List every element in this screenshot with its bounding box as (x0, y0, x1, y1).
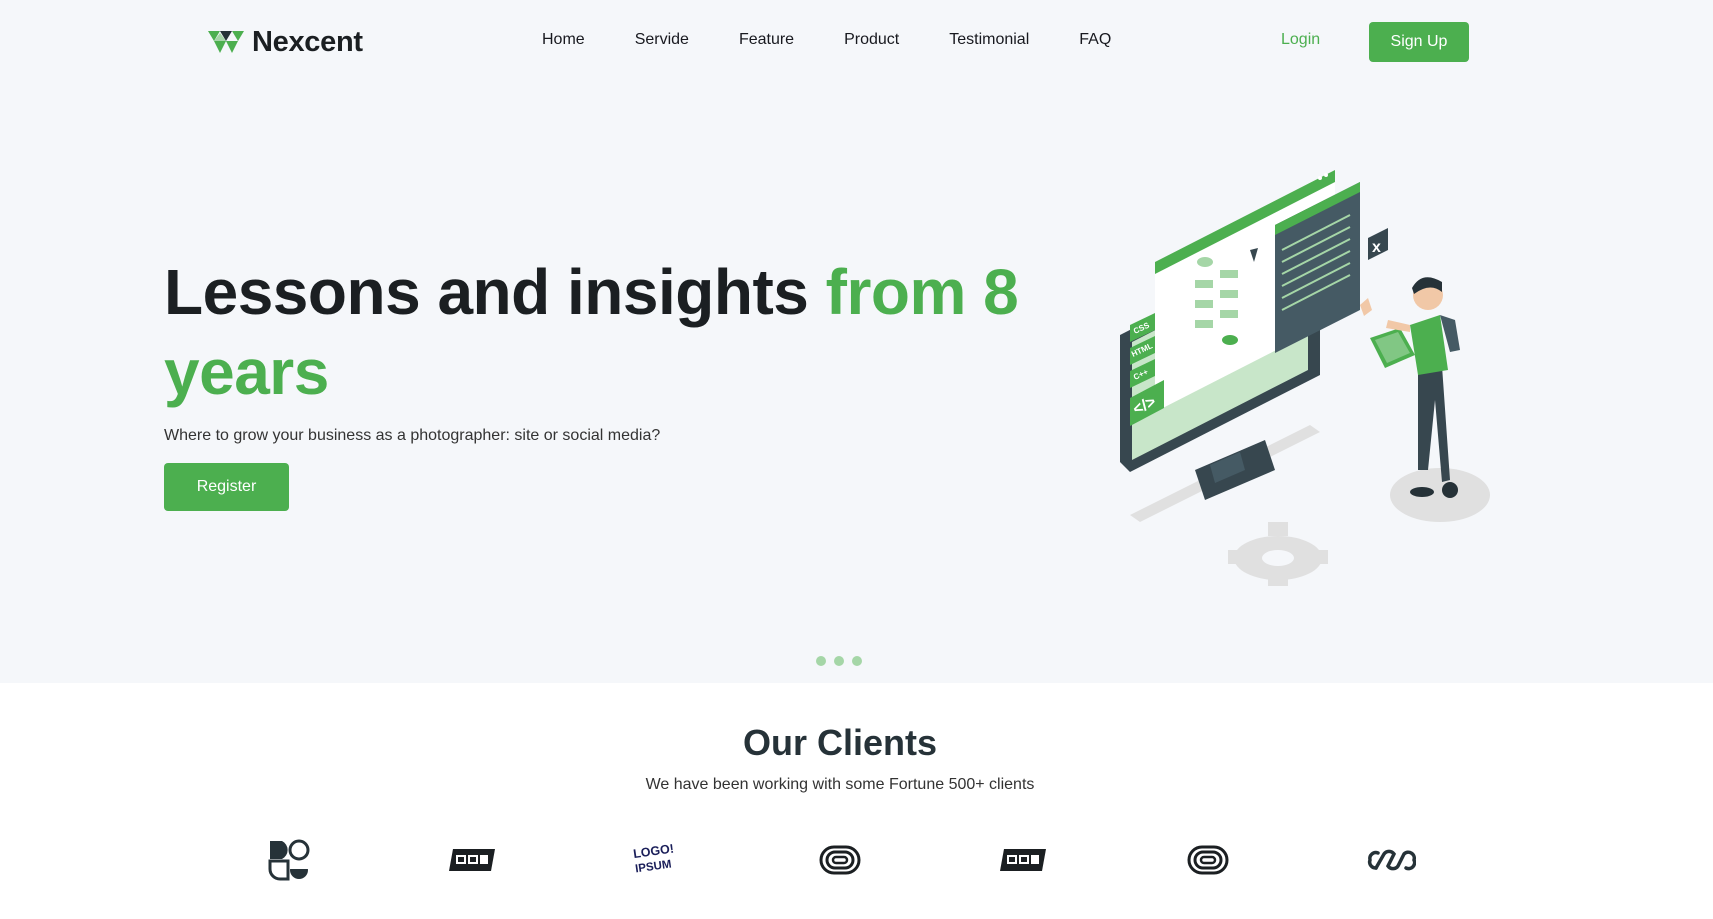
carousel-dots (816, 656, 862, 666)
carousel-dot[interactable] (816, 656, 826, 666)
client-logo-2-icon (447, 837, 497, 883)
client-logo-5-icon (998, 837, 1048, 883)
nav-links: Home Servide Feature Product Testimonial… (542, 31, 1161, 49)
brand-name: Nexcent (252, 25, 363, 58)
hero-section: Nexcent Home Servide Feature Product Tes… (0, 0, 1713, 683)
client-logo-6-icon (1183, 837, 1233, 883)
hero-subtext: Where to grow your business as a photogr… (164, 427, 661, 444)
hero-headline: Lessons and insights from 8 years (164, 252, 1044, 412)
clients-subtitle: We have been working with some Fortune 5… (645, 776, 1035, 793)
developer-with-monitor-illustration: CSS HTML C++ </> x (1120, 170, 1490, 586)
login-link[interactable]: Login (1281, 31, 1320, 49)
nexcent-triangle-logo-icon (208, 31, 244, 53)
gear-icon (1228, 522, 1328, 586)
brand-logo[interactable]: Nexcent (208, 24, 363, 60)
logo-ipsum-icon: LOGO! IPSUM (630, 837, 680, 883)
nav-link-faq[interactable]: FAQ (1079, 31, 1111, 49)
nav-link-feature[interactable]: Feature (739, 31, 794, 49)
nav-link-home[interactable]: Home (542, 31, 585, 49)
nav-link-testimonial[interactable]: Testimonial (949, 31, 1029, 49)
register-button[interactable]: Register (164, 463, 289, 511)
carousel-dot[interactable] (852, 656, 862, 666)
nav-link-service[interactable]: Servide (635, 31, 689, 49)
close-box-icon: x (1368, 228, 1388, 260)
headline-main: Lessons and insights (164, 256, 826, 328)
navbar: Nexcent Home Servide Feature Product Tes… (0, 0, 1713, 84)
client-logo-7-icon (1366, 837, 1416, 883)
nav-link-product[interactable]: Product (844, 31, 899, 49)
signup-button[interactable]: Sign Up (1369, 22, 1469, 62)
svg-text:IPSUM: IPSUM (635, 859, 673, 876)
carousel-dot[interactable] (834, 656, 844, 666)
svg-text:x: x (1372, 239, 1381, 256)
client-logo-4-icon (815, 837, 865, 883)
developer-figure (1360, 277, 1460, 498)
clients-title: Our Clients (742, 722, 938, 763)
client-logo-1-icon (264, 837, 314, 883)
